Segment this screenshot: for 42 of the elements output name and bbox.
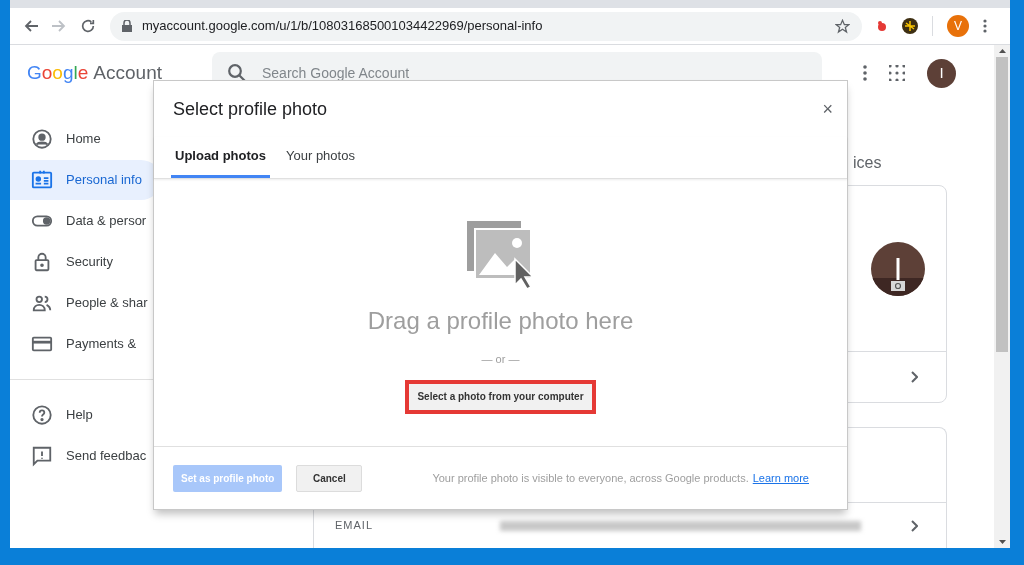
select-photo-button[interactable]: Select a photo from your computer bbox=[405, 379, 596, 414]
extension-icon[interactable] bbox=[902, 18, 918, 34]
or-separator: — or — bbox=[481, 352, 520, 367]
visibility-notice: Your profile photo is visible to everyone, across Google products. bbox=[432, 470, 749, 486]
feedback-icon bbox=[31, 445, 53, 467]
address-bar[interactable]: myaccount.google.com/u/1/b/108031685001034422969/personal-info bbox=[110, 11, 862, 41]
sidebar-item[interactable]: Payments & bbox=[10, 324, 161, 364]
sidebar-item[interactable]: People & shar bbox=[10, 283, 161, 323]
learn-more-link[interactable]: Learn more bbox=[752, 469, 809, 487]
search-field[interactable]: Search Google Account bbox=[262, 65, 806, 81]
google-logo: Google bbox=[27, 62, 89, 84]
help-icon bbox=[31, 404, 53, 426]
lock-icon bbox=[122, 20, 132, 32]
sidebar-item[interactable]: Help bbox=[10, 395, 161, 435]
chevron-icon[interactable] bbox=[911, 519, 918, 532]
cancel-button[interactable]: Cancel bbox=[296, 464, 363, 492]
star-icon[interactable] bbox=[835, 18, 850, 34]
sidebar-item[interactable]: Home bbox=[10, 119, 161, 159]
dialog-title: Select profile photo bbox=[173, 97, 328, 121]
apps-grid-icon[interactable] bbox=[889, 65, 905, 81]
sidebar-item[interactable]: Data & persor bbox=[10, 201, 161, 241]
back-icon[interactable] bbox=[24, 20, 38, 32]
email-label: EMAIL bbox=[335, 518, 374, 534]
chevron-icon[interactable] bbox=[911, 371, 918, 383]
dialog-tab[interactable]: Upload photos bbox=[171, 137, 270, 178]
sidebar-item[interactable]: Send feedbac bbox=[10, 436, 161, 476]
user-avatar[interactable]: I bbox=[927, 58, 956, 88]
scrollbar-thumb[interactable] bbox=[996, 57, 1008, 352]
dialog-tab[interactable]: Your photos bbox=[282, 137, 359, 178]
id-card-icon bbox=[31, 169, 53, 191]
menu-icon[interactable] bbox=[983, 19, 987, 33]
close-button[interactable]: × bbox=[822, 95, 833, 123]
drop-zone-text: Drag a profile photo here bbox=[367, 306, 634, 336]
more-options-icon[interactable] bbox=[863, 65, 867, 81]
search-icon bbox=[228, 64, 246, 82]
reload-icon[interactable] bbox=[80, 18, 96, 34]
account-label: Account bbox=[93, 62, 162, 84]
scroll-up-icon[interactable] bbox=[998, 49, 1006, 53]
account-circle-icon bbox=[31, 128, 53, 150]
page-heading: ices bbox=[853, 153, 882, 173]
sidebar-item[interactable]: Security bbox=[10, 242, 161, 282]
scroll-down-icon[interactable] bbox=[998, 540, 1006, 544]
